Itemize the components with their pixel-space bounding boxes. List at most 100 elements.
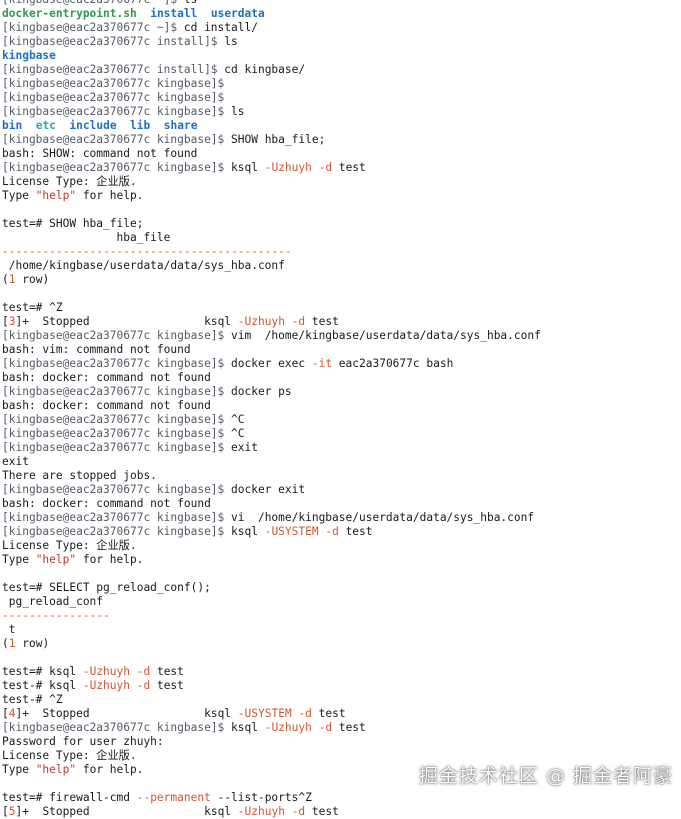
terminal-text: -Uzhuyh: [82, 665, 130, 678]
terminal-text: -Uzhuyh: [237, 315, 285, 328]
shell-prompt: [kingbase@eac2a370677c install]$: [2, 35, 225, 48]
shell-prompt: [kingbase@eac2a370677c kingbase]$: [2, 385, 232, 398]
terminal-line: test=# firewall-cmd --permanent --list-p…: [2, 791, 681, 805]
terminal-text: lib: [130, 119, 151, 132]
terminal-line: There are stopped jobs.: [2, 469, 681, 483]
terminal-text: -d: [291, 315, 306, 328]
terminal-line: [kingbase@eac2a370677c kingbase]$ docker…: [2, 483, 681, 497]
terminal-text: bin: [2, 119, 23, 132]
terminal-text: 4: [8, 707, 16, 720]
terminal-text: ----------------: [2, 609, 110, 622]
terminal-line: pg_reload_conf: [2, 595, 681, 609]
terminal-text: (: [2, 273, 9, 286]
terminal-text: for help.: [76, 553, 144, 566]
terminal-line: hba_file: [2, 231, 681, 245]
terminal-line: [kingbase@eac2a370677c kingbase]$ ^C: [2, 427, 681, 441]
terminal-text: hba_file: [2, 231, 171, 244]
terminal-line: [kingbase@eac2a370677c install]$ cd king…: [2, 63, 681, 77]
terminal-line: [kingbase@eac2a370677c kingbase]$ ksql -…: [2, 525, 681, 539]
shell-prompt: [kingbase@eac2a370677c kingbase]$: [2, 427, 232, 440]
terminal-line: bash: docker: command not found: [2, 371, 681, 385]
terminal-text: bash: SHOW: command not found: [2, 147, 198, 160]
terminal-text: test: [150, 679, 184, 692]
terminal-text: test: [332, 721, 366, 734]
terminal-line: Type "help" for help.: [2, 553, 681, 567]
terminal-text: -Uzhuyh: [264, 161, 312, 174]
terminal-text: cd install/: [183, 21, 258, 34]
terminal-text: -d: [325, 525, 339, 538]
terminal-line: [kingbase@eac2a370677c ~]$ ls: [2, 0, 681, 7]
terminal-text: docker exec: [231, 357, 312, 370]
terminal-line: /home/kingbase/userdata/data/sys_hba.con…: [2, 259, 681, 273]
terminal-line: [kingbase@eac2a370677c kingbase]$: [2, 91, 681, 105]
terminal-line: bash: vim: command not found: [2, 343, 681, 357]
terminal-text: -USYSTEM: [237, 707, 292, 720]
terminal-line: bash: SHOW: command not found: [2, 147, 681, 161]
terminal-text: -it: [311, 357, 333, 370]
terminal-text: kingbase: [2, 49, 56, 62]
terminal-text: exit: [231, 441, 258, 454]
terminal-output[interactable]: [kingbase@eac2a370677c ~]$ lsdocker-entr…: [0, 0, 681, 818]
shell-prompt: [kingbase@eac2a370677c kingbase]$: [2, 525, 232, 538]
terminal-text: install: [150, 7, 198, 20]
terminal-line: [kingbase@eac2a370677c install]$ ls: [2, 35, 681, 49]
terminal-text: for help.: [76, 189, 144, 202]
terminal-text: ls: [184, 0, 197, 6]
terminal-text: Type: [2, 189, 36, 202]
terminal-line: [kingbase@eac2a370677c ~]$ cd install/: [2, 21, 681, 35]
terminal-line: License Type: 企业版.: [2, 539, 681, 553]
terminal-line: kingbase: [2, 49, 681, 63]
terminal-text: test-# ^Z: [2, 693, 63, 706]
shell-prompt: [kingbase@eac2a370677c kingbase]$: [2, 721, 232, 734]
terminal-line: (1 row): [2, 273, 681, 287]
terminal-text: docker ps: [231, 385, 292, 398]
terminal-text: Type: [2, 553, 36, 566]
terminal-line: test=# SELECT pg_reload_conf();: [2, 581, 681, 595]
terminal-line: [kingbase@eac2a370677c kingbase]$ ^C: [2, 413, 681, 427]
terminal-text: --permanent: [136, 791, 211, 804]
shell-prompt: [kingbase@eac2a370677c kingbase]$: [2, 413, 232, 426]
terminal-line: ----------------: [2, 609, 681, 623]
terminal-text: include: [69, 119, 117, 132]
terminal-text: ^C: [231, 427, 245, 440]
terminal-text: -d: [318, 161, 333, 174]
watermark-text: 掘金技术社区 @ 掘金者阿豪: [418, 765, 673, 787]
terminal-text: License Type: 企业版.: [2, 749, 137, 762]
terminal-text: 1: [8, 637, 16, 650]
terminal-text: bash: docker: command not found: [2, 399, 211, 412]
terminal-text: ^C: [231, 413, 245, 426]
terminal-line: Password for user zhuyh:: [2, 735, 681, 749]
terminal-line: [kingbase@eac2a370677c kingbase]$ ls: [2, 105, 681, 119]
terminal-line: [3]+ Stopped ksql -Uzhuyh -d test: [2, 315, 681, 329]
shell-prompt: [kingbase@eac2a370677c install]$: [2, 63, 225, 76]
terminal-line: [4]+ Stopped ksql -USYSTEM -d test: [2, 707, 681, 721]
terminal-text: test=# SELECT pg_reload_conf();: [2, 581, 211, 594]
terminal-line: test=# ^Z: [2, 301, 681, 315]
terminal-text: vi /home/kingbase/userdata/data/sys_hba.…: [231, 511, 535, 524]
terminal-text: share: [163, 119, 198, 132]
terminal-text: ksql: [231, 161, 265, 174]
terminal-text: "help": [35, 553, 77, 566]
terminal-text: bash: docker: command not found: [2, 497, 211, 510]
terminal-line: [kingbase@eac2a370677c kingbase]$ vim /h…: [2, 329, 681, 343]
terminal-text: License Type: 企业版.: [2, 539, 137, 552]
terminal-line: test=# SHOW hba_file;: [2, 217, 681, 231]
terminal-text: -d: [298, 707, 312, 720]
terminal-text: -d: [318, 721, 333, 734]
terminal-text: There are stopped jobs.: [2, 469, 157, 482]
terminal-text: pg_reload_conf: [2, 595, 104, 608]
terminal-text: (: [2, 637, 9, 650]
terminal-line: [kingbase@eac2a370677c kingbase]$ ksql -…: [2, 721, 681, 735]
terminal-text: exit: [2, 455, 29, 468]
terminal-line: [kingbase@eac2a370677c kingbase]$ vi /ho…: [2, 511, 681, 525]
terminal-line: [kingbase@eac2a370677c kingbase]$: [2, 77, 681, 91]
terminal-text: test: [332, 161, 366, 174]
terminal-text: cd kingbase/: [224, 63, 306, 76]
terminal-text: userdata: [210, 7, 265, 20]
terminal-text: test=# SHOW hba_file;: [2, 217, 144, 230]
